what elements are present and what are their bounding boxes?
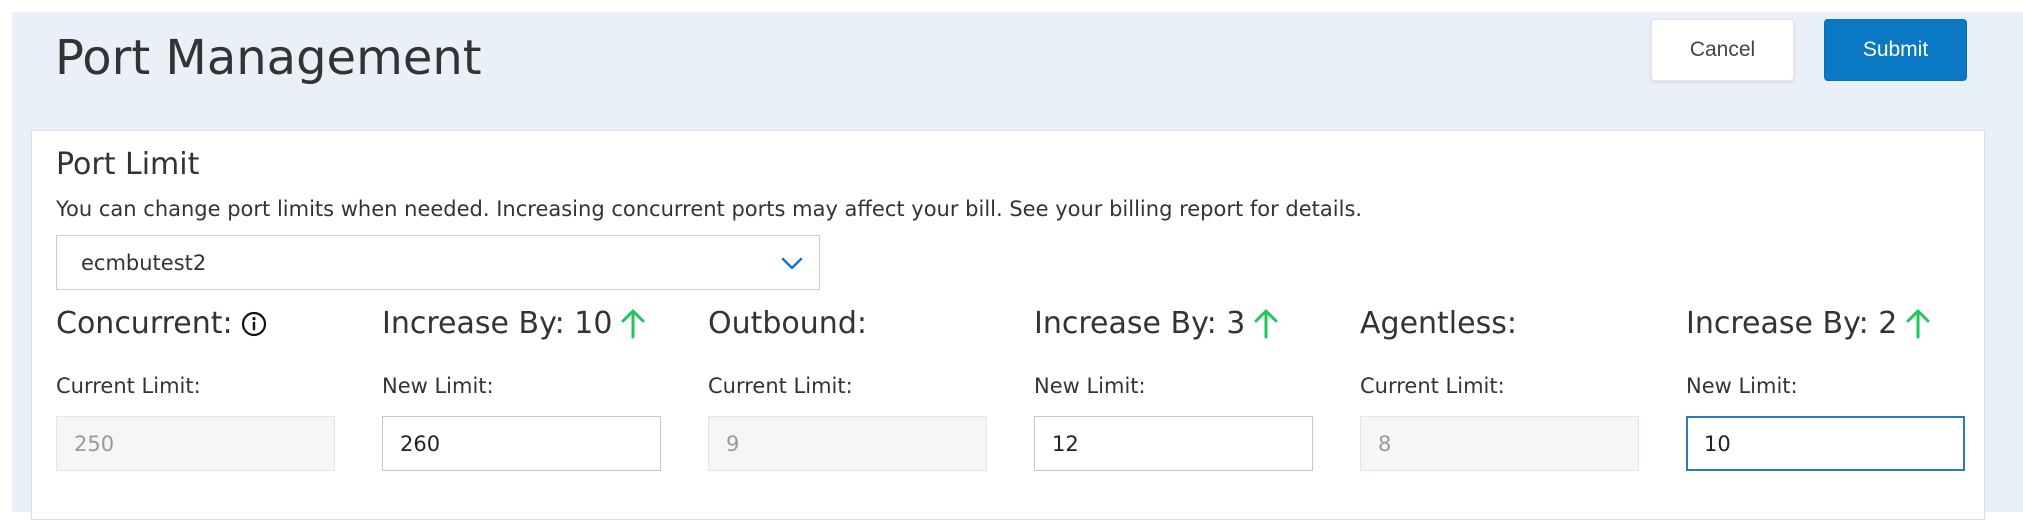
outbound-new-limit-input[interactable]	[1034, 416, 1313, 471]
agentless-new-column: Increase By: 2 New Limit:	[1686, 306, 1966, 496]
agentless-new-label: New Limit:	[1686, 374, 1798, 398]
outbound-current-column: Outbound: Current Limit:	[708, 306, 988, 496]
submit-button[interactable]: Submit	[1824, 19, 1967, 81]
agentless-current-column: Agentless: Current Limit:	[1360, 306, 1640, 496]
account-select[interactable]: ecmbutest2	[56, 235, 820, 290]
page-header-area: Port Management Cancel Submit Port Limit…	[12, 12, 2023, 520]
outbound-current-label: Current Limit:	[708, 374, 853, 398]
outbound-current-field	[708, 416, 987, 471]
arrow-up-icon	[1906, 309, 1930, 338]
concurrent-current-field	[56, 416, 335, 471]
agentless-increase-heading: Increase By: 2	[1686, 306, 1898, 341]
agentless-heading: Agentless:	[1360, 306, 1517, 341]
agentless-current-label: Current Limit:	[1360, 374, 1505, 398]
outbound-new-label: New Limit:	[1034, 374, 1146, 398]
outbound-increase-heading: Increase By: 3	[1034, 306, 1246, 341]
agentless-new-limit-input[interactable]	[1686, 416, 1965, 471]
outbound-heading: Outbound:	[708, 306, 867, 341]
page-title: Port Management	[55, 30, 482, 86]
cancel-button[interactable]: Cancel	[1651, 19, 1794, 81]
concurrent-heading: Concurrent:	[56, 306, 233, 341]
outbound-new-column: Increase By: 3 New Limit:	[1034, 306, 1314, 496]
arrow-up-icon	[621, 309, 645, 338]
concurrent-new-limit-input[interactable]	[382, 416, 661, 471]
concurrent-current-column: Concurrent: Current Limit:	[56, 306, 336, 496]
card-title: Port Limit	[56, 147, 200, 182]
account-select-value: ecmbutest2	[81, 250, 207, 275]
chevron-down-icon	[781, 257, 803, 270]
card-description: You can change port limits when needed. …	[56, 197, 1363, 221]
port-limit-card: Port Limit You can change port limits wh…	[31, 130, 1985, 520]
info-circle-icon[interactable]	[241, 311, 267, 337]
concurrent-new-column: Increase By: 10 New Limit:	[382, 306, 662, 496]
concurrent-new-label: New Limit:	[382, 374, 494, 398]
arrow-up-icon	[1254, 309, 1278, 338]
agentless-current-field	[1360, 416, 1639, 471]
concurrent-current-label: Current Limit:	[56, 374, 201, 398]
concurrent-increase-heading: Increase By: 10	[382, 306, 613, 341]
